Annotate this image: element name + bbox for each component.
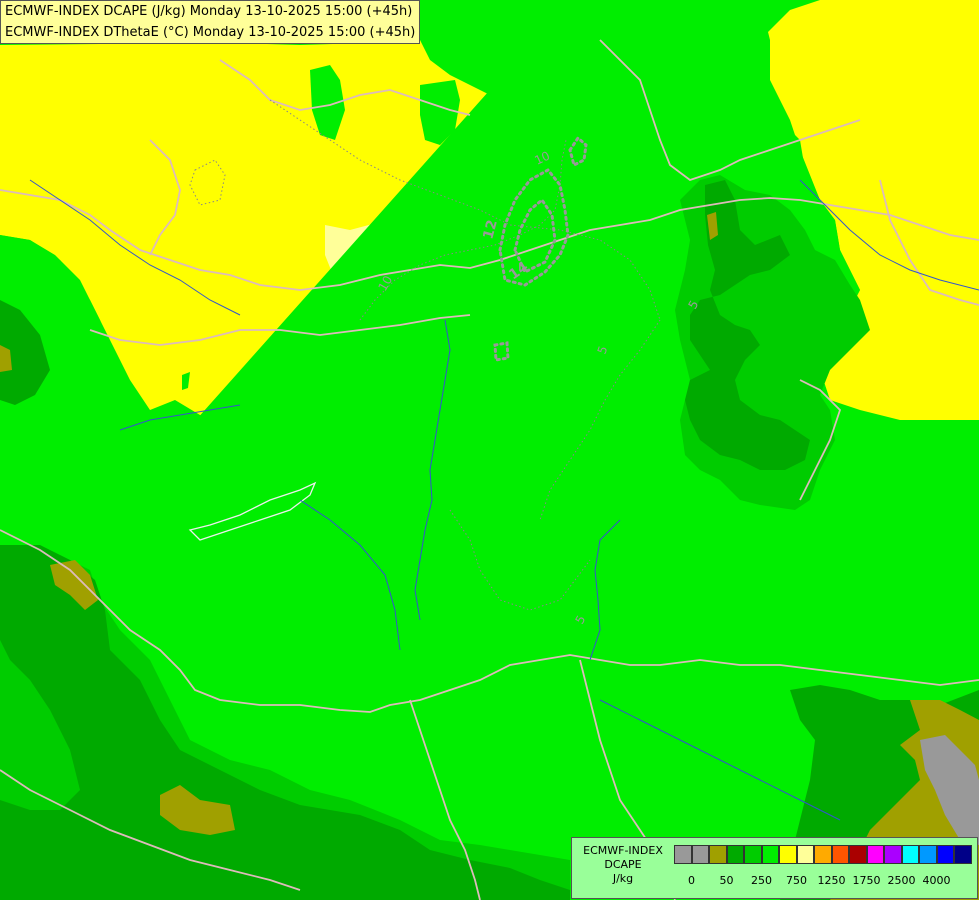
legend-swatch (954, 845, 972, 864)
title-line-dcape: ECMWF-INDEX DCAPE (J/kg) Monday 13-10-20… (5, 4, 413, 19)
legend-tick-label: 250 (751, 874, 772, 887)
legend-swatch (849, 845, 867, 864)
legend-swatch (674, 845, 692, 864)
map-title: ECMWF-INDEX DCAPE (J/kg) Monday 13-10-20… (0, 0, 421, 44)
legend-swatch (779, 845, 797, 864)
legend-title-unit: J/kg (612, 872, 634, 885)
legend-swatch (691, 845, 709, 864)
legend-title-source: ECMWF-INDEX (583, 844, 663, 857)
legend-swatch (884, 845, 902, 864)
legend-title-variable: DCAPE (604, 858, 642, 871)
legend-title: ECMWF-INDEX DCAPE J/kg (575, 844, 671, 886)
legend-swatch (866, 845, 884, 864)
legend-swatch (831, 845, 849, 864)
legend-swatches (674, 845, 972, 866)
legend-tick-label: 1250 (817, 874, 846, 887)
title-line-dthetae: ECMWF-INDEX DThetaE (°C) Monday 13-10-20… (5, 25, 416, 40)
legend-swatch (919, 845, 937, 864)
color-legend: ECMWF-INDEX DCAPE J/kg 0 50 250 750 1250 1750… (571, 837, 978, 899)
legend-swatch (796, 845, 814, 864)
legend-tick-label: 0 (688, 874, 695, 887)
legend-swatch (761, 845, 779, 864)
legend-swatch (814, 845, 832, 864)
legend-swatch (744, 845, 762, 864)
legend-tick-label: 2500 (887, 874, 916, 887)
legend-tick-label: 4000 (922, 874, 951, 887)
legend-tick-labels: 0 50 250 750 1250 1750 2500 4000 (674, 874, 974, 890)
legend-swatch (901, 845, 919, 864)
legend-swatch (709, 845, 727, 864)
weather-map: 10 12 14 10 5 5 5 (0, 0, 979, 900)
legend-swatch (936, 845, 954, 864)
legend-tick-label: 1750 (852, 874, 881, 887)
legend-tick-label: 50 (719, 874, 734, 887)
legend-swatch (726, 845, 744, 864)
legend-tick-label: 750 (786, 874, 807, 887)
